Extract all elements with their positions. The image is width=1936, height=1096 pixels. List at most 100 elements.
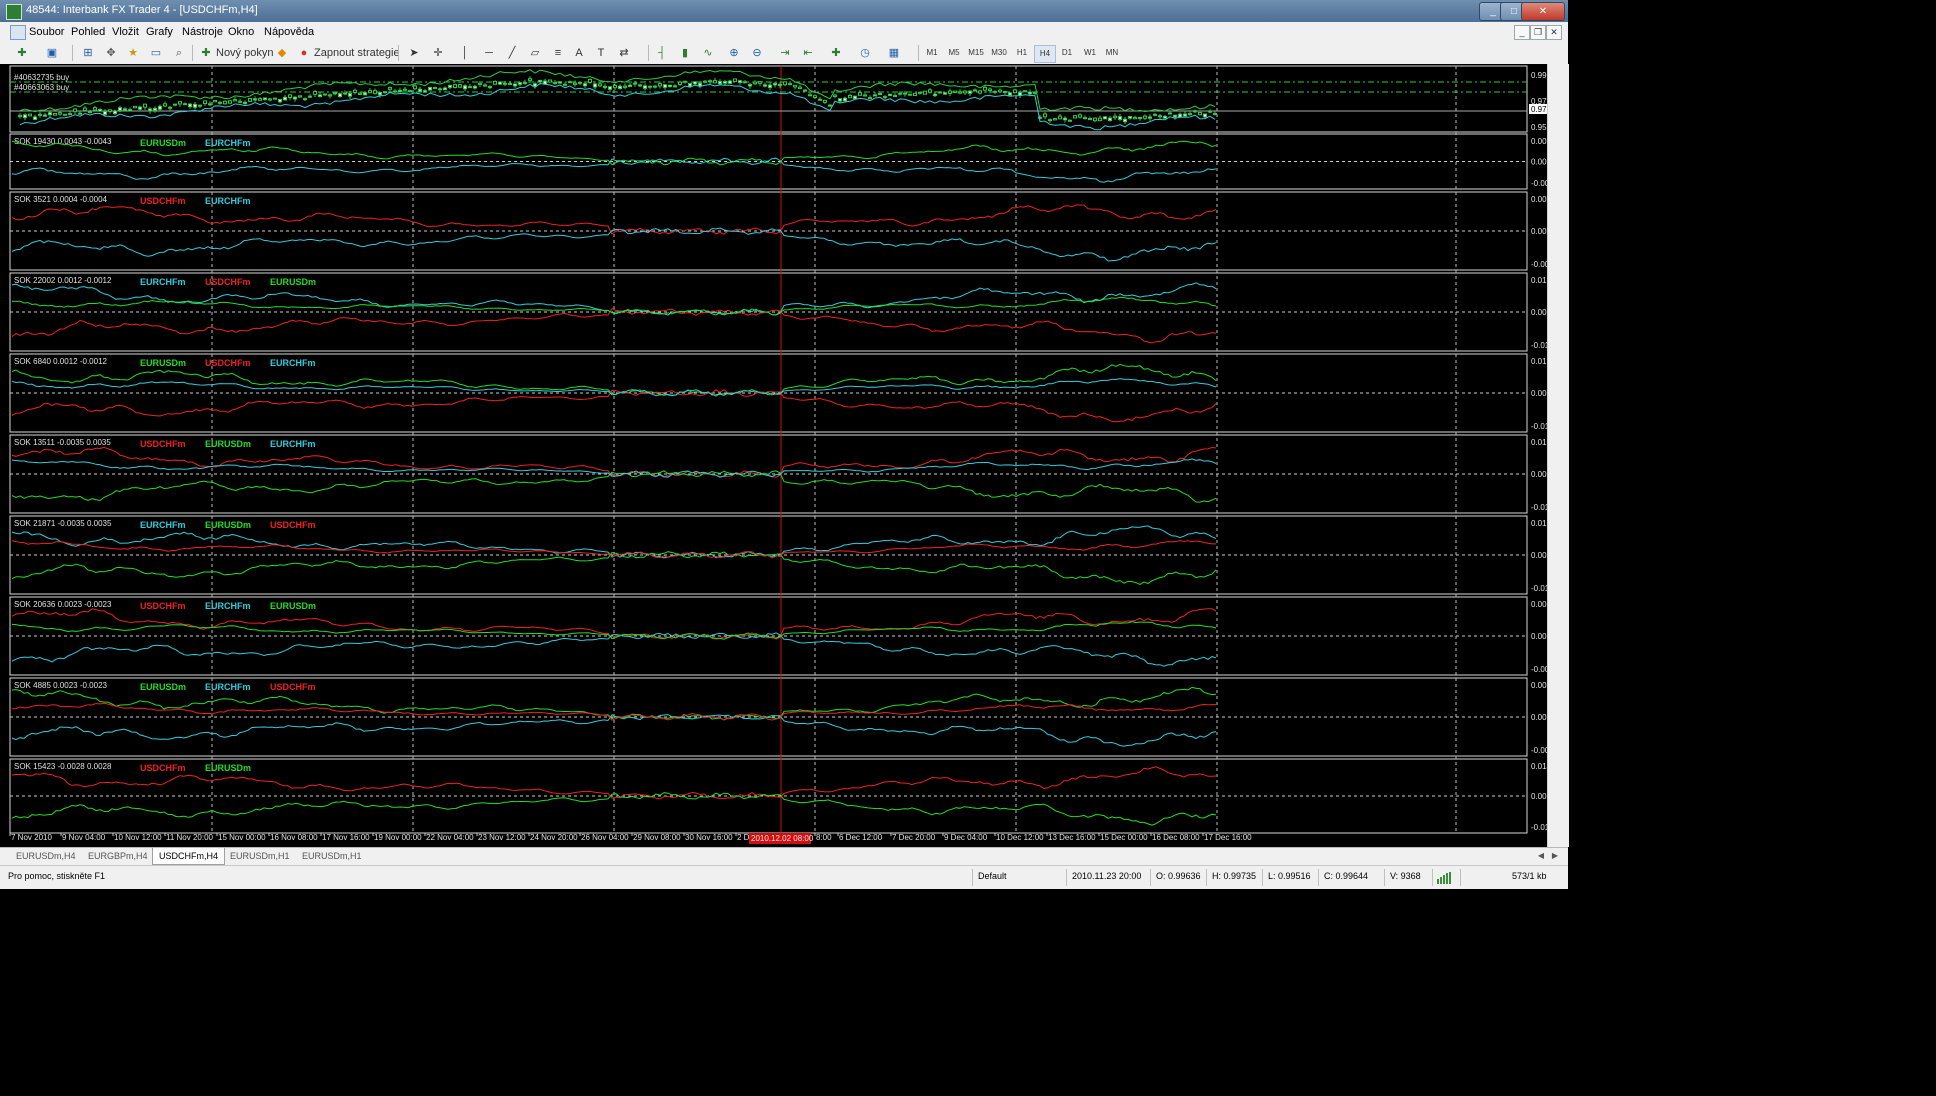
axis-label-bottom: -0.0032	[1531, 665, 1547, 674]
indicators-icon[interactable]: ✚	[828, 45, 844, 61]
fibonacci-icon[interactable]: ≡	[550, 45, 566, 61]
candle-body	[308, 95, 312, 98]
terminal-icon[interactable]: ▭	[148, 45, 164, 61]
candle-body	[1088, 118, 1092, 121]
series-legend: EURUSDm	[205, 520, 251, 530]
market-watch-icon[interactable]: ⊞	[80, 45, 96, 61]
tab-eurusdm-h1-b[interactable]: EURUSDm,H1	[296, 848, 368, 864]
trendline-icon[interactable]: ╱	[504, 45, 520, 61]
candlestick-icon[interactable]: ▮	[677, 45, 693, 61]
candle-body	[838, 98, 842, 102]
templates-icon[interactable]: ▦	[886, 45, 902, 61]
series-legend: USDCHFm	[140, 601, 186, 611]
menu-pohled[interactable]: Pohled	[71, 26, 105, 38]
candle-body	[1113, 115, 1117, 119]
timeframe-m15[interactable]: M15	[966, 45, 986, 61]
metaeditor-icon[interactable]: ◆	[274, 45, 290, 61]
axis-label-bottom: -0.0032	[1531, 746, 1547, 755]
timeframe-m5[interactable]: M5	[944, 45, 964, 61]
menu-okno[interactable]: Okno	[228, 26, 254, 38]
mdi-close-button[interactable]: ✕	[1546, 25, 1562, 40]
candle-body	[138, 106, 142, 110]
status-datetime: 2010.11.23 20:00	[1072, 871, 1142, 881]
time-axis-label: 7 Dec 20:00	[892, 833, 936, 842]
axis-label-top: 0.012	[1531, 276, 1547, 285]
line-chart-icon[interactable]: ∿	[700, 45, 716, 61]
arrows-icon[interactable]: ⇄	[616, 45, 632, 61]
series-legend: EURCHFm	[205, 682, 251, 692]
status-volume: V: 9368	[1390, 871, 1421, 881]
tab-usdchfm-h4[interactable]: USDCHFm,H4	[152, 848, 226, 865]
candle-body	[438, 88, 442, 91]
timeframe-d1[interactable]: D1	[1057, 45, 1077, 61]
close-button[interactable]: ✕	[1521, 2, 1565, 21]
candle-body	[1198, 111, 1202, 116]
tab-eurusdm-h4[interactable]: EURUSDm,H4	[10, 848, 82, 864]
toolbar: ✚ ▣ ⊞ ✥ ★ ▭ ⌕ ✚ Nový pokyn ◆ ● Zapnout s…	[0, 42, 1568, 65]
axis-label-zero: 0.00	[1531, 551, 1547, 560]
cursor-icon[interactable]: ➤	[406, 45, 422, 61]
mdi-restore-button[interactable]: ❐	[1530, 25, 1546, 40]
candle-body	[958, 91, 962, 94]
vertical-scrollbar[interactable]	[1547, 64, 1569, 847]
series-legend: EURCHFm	[270, 439, 316, 449]
timeframe-h1[interactable]: H1	[1012, 45, 1032, 61]
chart-area[interactable]: #40632735 buy#40663063 buy0.997950.97650…	[0, 64, 1568, 847]
expert-advisors-button[interactable]: Zapnout strategie	[314, 45, 400, 61]
chart-shift-icon[interactable]: ⇤	[800, 45, 816, 61]
navigator-icon[interactable]: ★	[125, 45, 141, 61]
horizontal-line-icon[interactable]: ─	[481, 45, 497, 61]
candle-body	[748, 84, 752, 87]
candle-body	[708, 80, 712, 83]
candle-body	[453, 84, 457, 88]
candle-body	[248, 98, 252, 102]
menu-vlozit[interactable]: Vložit	[112, 26, 139, 38]
data-window-icon[interactable]: ✥	[103, 45, 119, 61]
menu-grafy[interactable]: Grafy	[146, 26, 173, 38]
menu-napoveda[interactable]: Nápověda	[264, 26, 314, 38]
crosshair-icon[interactable]: ✛	[430, 45, 446, 61]
timeframe-w1[interactable]: W1	[1080, 45, 1100, 61]
timeframe-mn[interactable]: MN	[1102, 45, 1122, 61]
bar-chart-icon[interactable]: ┤	[654, 45, 670, 61]
axis-label-top: 0.0032	[1531, 681, 1547, 690]
candle-body	[738, 80, 742, 83]
profiles-icon[interactable]: ▣	[44, 45, 60, 61]
new-chart-icon[interactable]: ✚	[14, 45, 30, 61]
timeframe-m1[interactable]: M1	[922, 45, 942, 61]
timeframe-m30[interactable]: M30	[989, 45, 1009, 61]
candle-body	[118, 107, 122, 112]
text-label-icon[interactable]: T	[593, 45, 609, 61]
candle-body	[753, 81, 757, 85]
candle-body	[903, 92, 907, 95]
tab-eurgbpm-h4[interactable]: EURGBPm,H4	[82, 848, 154, 864]
candle-body	[153, 107, 157, 111]
channel-icon[interactable]: ▱	[527, 45, 543, 61]
timeframe-h4[interactable]: H4	[1034, 45, 1056, 63]
candle-body	[188, 103, 192, 108]
new-order-icon[interactable]: ✚	[198, 45, 214, 61]
tab-scroll-right-icon[interactable]: ▶	[1550, 851, 1560, 861]
candle-body	[868, 97, 872, 100]
candle-body	[1173, 114, 1177, 118]
zoom-in-icon[interactable]: ⊕	[726, 45, 742, 61]
status-low: L: 0.99516	[1268, 871, 1311, 881]
vertical-line-icon[interactable]: │	[457, 45, 473, 61]
text-icon[interactable]: A	[571, 45, 587, 61]
menu-nastroje[interactable]: Nástroje	[182, 26, 223, 38]
autoscroll-icon[interactable]: ⇥	[777, 45, 793, 61]
tab-eurusdm-h1-a[interactable]: EURUSDm,H1	[224, 848, 296, 864]
tester-icon[interactable]: ⌕	[171, 45, 187, 61]
chart-window-icon[interactable]	[10, 25, 26, 40]
tab-scroll-left-icon[interactable]: ◀	[1536, 851, 1546, 861]
chart-canvas[interactable]: #40632735 buy#40663063 buy0.997950.97650…	[0, 64, 1547, 847]
zoom-out-icon[interactable]: ⊖	[749, 45, 765, 61]
expert-advisors-icon[interactable]: ●	[296, 45, 312, 61]
status-profile: Default	[978, 871, 1007, 881]
new-order-button[interactable]: Nový pokyn	[216, 45, 273, 61]
axis-label-zero: 0.00	[1531, 470, 1547, 479]
panel-label: SOK 20636 0.0023 -0.0023	[14, 600, 112, 609]
menu-soubor[interactable]: Soubor	[29, 26, 64, 38]
periods-icon[interactable]: ◷	[857, 45, 873, 61]
mdi-minimize-button[interactable]: _	[1514, 25, 1530, 40]
